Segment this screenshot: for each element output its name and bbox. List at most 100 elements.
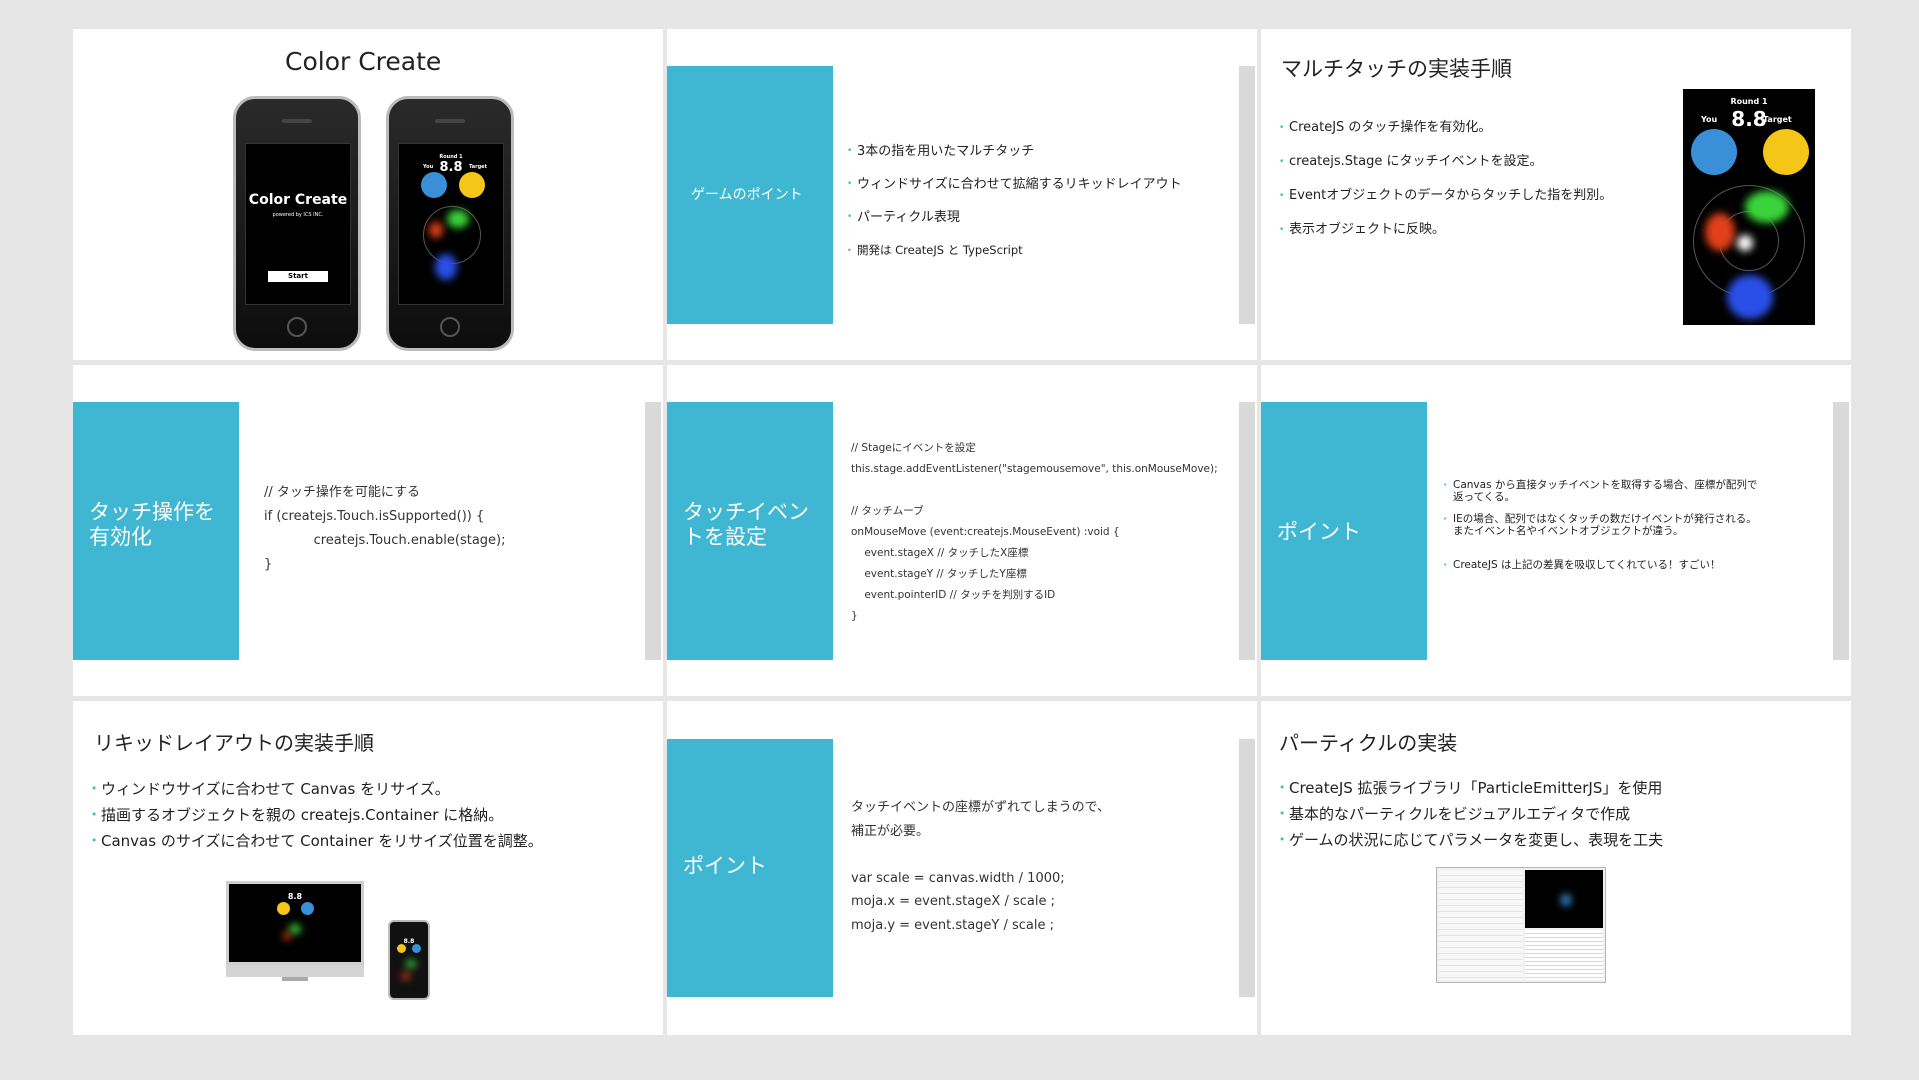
bullet-item: ウィンドウサイズに合わせて Canvas をリサイズ。	[91, 776, 543, 802]
slide-particle-implementation[interactable]: パーティクルの実装 CreateJS 拡張ライブラリ「ParticleEmitt…	[1261, 701, 1851, 1035]
phone-game-screen: Round 1 8.8 You Target	[386, 96, 514, 351]
particle-blue	[435, 254, 457, 280]
bullet-item: CreateJS 拡張ライブラリ「ParticleEmitterJS」を使用	[1279, 775, 1663, 801]
slide-set-touch-event[interactable]: タッチイベン トを設定 // Stageにイベントを設定 this.stage.…	[667, 365, 1257, 696]
score-text: 8.8	[439, 160, 463, 175]
particle-green	[289, 924, 301, 934]
bullet-item: IEの場合、配列ではなくタッチの数だけイベントが発行される。 またイベント名やイ…	[1443, 513, 1757, 537]
slide-title: Color Create	[285, 47, 442, 76]
app-title-text: Color Create	[248, 192, 348, 208]
you-text: You	[423, 164, 434, 170]
correction-text: タッチイベントの座標がずれてしまうので、 補正が必要。 var scale = …	[851, 800, 1111, 933]
editor-preview-panel	[1525, 870, 1603, 928]
slide-coordinate-points[interactable]: ポイント タッチイベントの座標がずれてしまうので、 補正が必要。 var sca…	[667, 701, 1257, 1035]
bullet-item: ウィンドサイズに合わせて拡縮するリキッドレイアウト	[847, 168, 1182, 201]
bullet-item: Canvas のサイズに合わせて Container をリサイズ位置を調整。	[91, 828, 543, 854]
monitor-screen: 8.8	[226, 881, 364, 965]
block-label: ゲームのポイント	[691, 187, 803, 203]
player-color-circle	[421, 172, 447, 198]
side-bar	[1833, 402, 1849, 660]
particle-red	[402, 972, 410, 980]
slide-game-points[interactable]: ゲームのポイント 3本の指を用いたマルチタッチ ウィンドサイズに合わせて拡縮する…	[667, 29, 1257, 360]
phone-title-screen: Color Create powered by ICS INC. Start	[233, 96, 361, 351]
target-text: Target	[1763, 115, 1792, 124]
bullet-item: パーティクル表現	[847, 201, 1182, 234]
accent-block: ゲームのポイント	[667, 66, 833, 324]
block-label: ポイント	[683, 854, 767, 878]
bullet-item: Canvas から直接タッチイベントを取得する場合、座標が配列で 返ってくる。	[1443, 479, 1757, 503]
block-label: タッチイベン トを設定	[683, 500, 809, 549]
bullet-item: 表示オブジェクトに反映。	[1279, 213, 1612, 247]
particle-red	[429, 222, 443, 238]
target-color-circle	[1763, 129, 1809, 175]
block-label: タッチ操作を 有効化	[89, 500, 215, 549]
slide-color-create[interactable]: Color Create Color Create powered by ICS…	[73, 29, 663, 360]
bullet-item: 描画するオブジェクトを親の createjs.Container に格納。	[91, 802, 543, 828]
slide-multitouch-steps[interactable]: マルチタッチの実装手順 CreateJS のタッチ操作を有効化。 createj…	[1261, 29, 1851, 360]
code-snippet: // タッチ操作を可能にする if (createjs.Touch.isSupp…	[264, 485, 506, 572]
slide-title: リキッドレイアウトの実装手順	[94, 731, 374, 755]
monitor-stand	[282, 977, 308, 981]
particle-green	[1745, 191, 1789, 223]
side-bar	[1239, 402, 1255, 660]
score-text: 8.8	[403, 938, 415, 945]
player-color-circle	[1691, 129, 1737, 175]
bullet-item: Eventオブジェクトのデータからタッチした指を判別。	[1279, 179, 1612, 213]
player-color-circle	[397, 944, 406, 953]
accent-block: タッチ操作を 有効化	[73, 402, 239, 660]
particle-green	[447, 210, 469, 228]
phone-home-button	[287, 317, 307, 337]
editor-config-panel	[1439, 870, 1523, 980]
accent-block: タッチイベン トを設定	[667, 402, 833, 660]
bullet-item: 3本の指を用いたマルチタッチ	[847, 135, 1182, 168]
phone-home-button	[440, 317, 460, 337]
game-screenshot: Round 1 8.8 You Target	[1683, 89, 1815, 325]
powered-text: powered by ICS INC.	[272, 212, 324, 218]
bullet-item: ゲームの状況に応じてパラメータを変更し、表現を工夫	[1279, 827, 1663, 853]
particle-blue	[1561, 894, 1571, 906]
phone-speaker	[435, 119, 465, 123]
slide-liquid-layout-steps[interactable]: リキッドレイアウトの実装手順 ウィンドウサイズに合わせて Canvas をリサイ…	[73, 701, 663, 1035]
bullet-item: 開発は CreateJS と TypeScript	[847, 234, 1182, 267]
round-text: Round 1	[1730, 97, 1768, 106]
slide-touch-points[interactable]: ポイント Canvas から直接タッチイベントを取得する場合、座標が配列で 返っ…	[1261, 365, 1851, 696]
phone-speaker	[282, 119, 312, 123]
particle-white	[1737, 235, 1753, 251]
slide-enable-touch[interactable]: タッチ操作を 有効化 // タッチ操作を可能にする if (createjs.T…	[73, 365, 663, 696]
particle-green	[406, 960, 416, 968]
start-button: Start	[268, 271, 328, 282]
code-snippet: // Stageにイベントを設定 this.stage.addEventList…	[851, 442, 1218, 622]
monitor-chin	[226, 965, 364, 977]
accent-block: ポイント	[1261, 402, 1427, 660]
phone-screen: Color Create powered by ICS INC. Start	[245, 143, 351, 305]
editor-code-panel	[1525, 930, 1603, 980]
target-color-circle	[412, 944, 421, 953]
side-bar	[645, 402, 661, 660]
bullet-list: CreateJS のタッチ操作を有効化。 createjs.Stage にタッチ…	[1279, 111, 1612, 247]
particle-blue	[1727, 275, 1773, 319]
slide-title: パーティクルの実装	[1279, 731, 1458, 755]
accent-block: ポイント	[667, 739, 833, 997]
bullet-item: CreateJS は上記の差異を吸収してくれている！すごい！	[1443, 559, 1757, 571]
bullet-list: Canvas から直接タッチイベントを取得する場合、座標が配列で 返ってくる。 …	[1443, 479, 1757, 571]
particle-editor-screenshot	[1436, 867, 1606, 983]
monitor-image: 8.8	[226, 881, 364, 981]
target-text: Target	[469, 164, 487, 170]
phone-screen: Round 1 8.8 You Target	[398, 143, 504, 305]
particle-red	[1705, 213, 1735, 251]
bullet-item: 基本的なパーティクルをビジュアルエディタで作成	[1279, 801, 1663, 827]
particle-red	[283, 932, 291, 940]
you-text: You	[1701, 115, 1718, 124]
side-bar	[1239, 739, 1255, 997]
bullet-item: CreateJS のタッチ操作を有効化。	[1279, 111, 1612, 145]
target-color-circle	[301, 902, 314, 915]
bullet-list: ウィンドウサイズに合わせて Canvas をリサイズ。 描画するオブジェクトを親…	[91, 776, 543, 854]
bullet-list: CreateJS 拡張ライブラリ「ParticleEmitterJS」を使用 基…	[1279, 775, 1663, 853]
slide-title: マルチタッチの実装手順	[1281, 57, 1512, 81]
bullet-list: 3本の指を用いたマルチタッチ ウィンドサイズに合わせて拡縮するリキッドレイアウト…	[847, 135, 1182, 267]
side-bar	[1239, 66, 1255, 324]
block-label: ポイント	[1277, 520, 1361, 544]
bullet-item: createjs.Stage にタッチイベントを設定。	[1279, 145, 1612, 179]
target-color-circle	[459, 172, 485, 198]
score-text: 8.8	[287, 892, 303, 901]
